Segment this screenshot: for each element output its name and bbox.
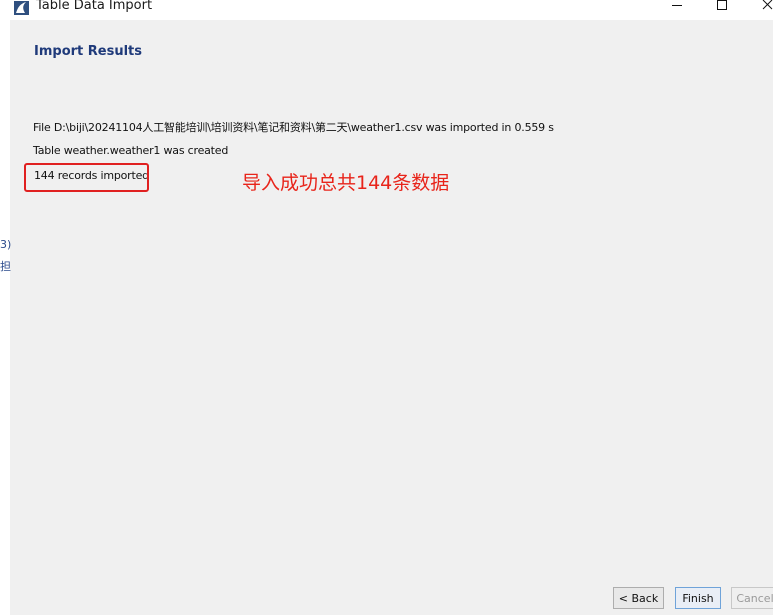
- background-window-strip: [0, 20, 10, 615]
- mysql-workbench-dolphin-icon: [14, 0, 29, 15]
- close-icon: [762, 0, 773, 10]
- back-button[interactable]: < Back: [613, 587, 664, 609]
- minimize-icon: [672, 5, 682, 6]
- title-bar: Table Data Import: [0, 0, 773, 20]
- maximize-button[interactable]: [702, 0, 742, 20]
- finish-button[interactable]: Finish: [675, 587, 721, 609]
- table-data-import-window: Table Data Import 3) 担 Import Results Fi…: [0, 0, 773, 615]
- page-title: Import Results: [34, 44, 142, 59]
- close-button[interactable]: [748, 0, 773, 20]
- cancel-button[interactable]: Cancel: [731, 587, 773, 609]
- import-file-message: File D:\biji\20241104人工智能培训\培训资料\笔记和资料\第…: [33, 121, 554, 134]
- minimize-button[interactable]: [657, 0, 697, 20]
- annotation-text: 导入成功总共144条数据: [242, 172, 450, 194]
- background-text-fragment: 3): [0, 238, 12, 251]
- maximize-icon: [717, 0, 727, 10]
- table-created-message: Table weather.weather1 was created: [33, 144, 229, 157]
- records-highlight-box: [24, 163, 149, 192]
- background-text-fragment: 担: [0, 260, 11, 273]
- window-title: Table Data Import: [36, 0, 153, 13]
